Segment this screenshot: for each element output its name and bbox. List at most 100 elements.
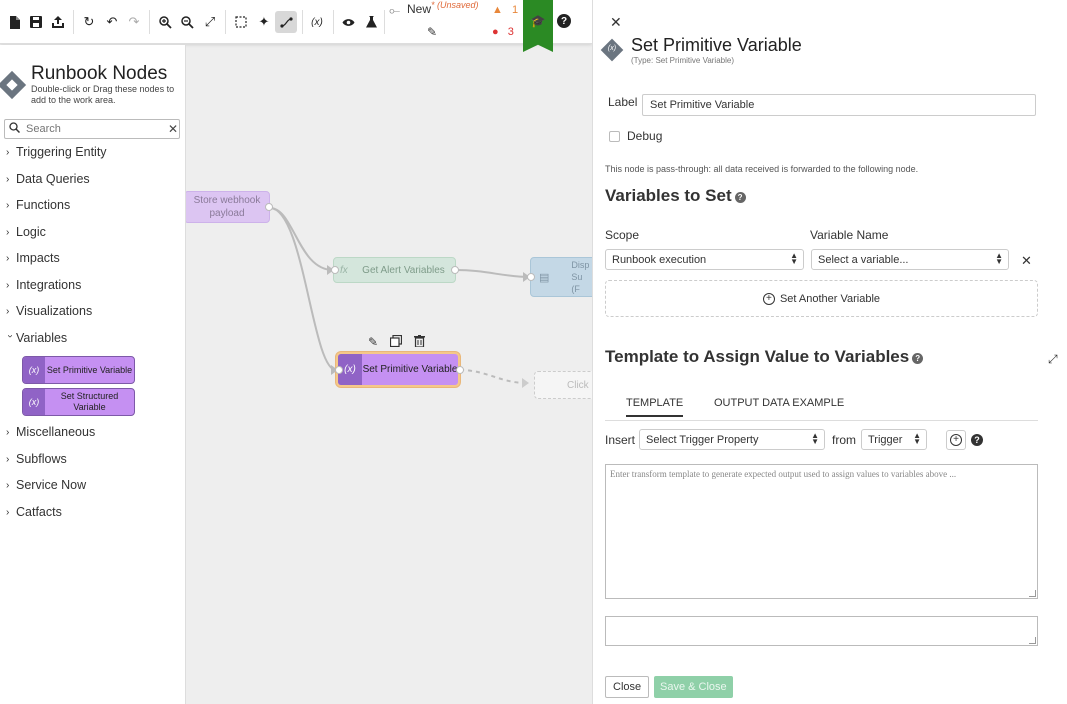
edit-name-pencil-icon[interactable]: ✎ — [427, 25, 437, 39]
fit-screen-icon[interactable]: ⤢ — [201, 13, 219, 31]
select-arrows-icon: ▲ ▼ — [790, 251, 798, 266]
expand-icon[interactable]: ⤢ — [1048, 352, 1058, 367]
close-button[interactable]: Close — [605, 676, 650, 698]
variables-to-set-heading: Variables to Set ? — [605, 186, 746, 206]
save-and-close-button[interactable]: Save & Close — [654, 676, 733, 698]
category-integrations[interactable]: › Integrations — [6, 278, 81, 292]
input-port[interactable] — [527, 273, 535, 281]
insert-property-select[interactable]: Select Trigger Property ▲ ▼ — [639, 429, 825, 450]
node-label: Set Structured Variable — [60, 391, 119, 412]
secondary-textarea[interactable] — [605, 616, 1038, 646]
output-port[interactable] — [456, 366, 464, 374]
template-textarea[interactable]: Enter transform template to generate exp… — [605, 464, 1038, 599]
connect-nodes-icon[interactable] — [275, 11, 297, 33]
node-label: Disp Su (F — [571, 260, 590, 294]
close-panel-icon[interactable]: ✕ — [610, 14, 622, 31]
duplicate-icon[interactable] — [389, 334, 403, 350]
heading-text: Template to Assign Value to Variables — [605, 347, 910, 366]
zoom-out-icon[interactable] — [178, 13, 196, 31]
node-set-primitive-variable[interactable]: (x) Set Primitive Variable — [22, 356, 135, 384]
tab-output-data-example[interactable]: OUTPUT DATA EXAMPLE — [714, 397, 844, 409]
category-miscellaneous[interactable]: › Miscellaneous — [6, 425, 95, 439]
category-service-now[interactable]: › Service Now — [6, 478, 86, 492]
remove-variable-icon[interactable]: ✕ — [1021, 253, 1032, 269]
category-impacts[interactable]: › Impacts — [6, 251, 60, 265]
zoom-in-icon[interactable] — [156, 13, 174, 31]
from-source-select[interactable]: Trigger ▲ ▼ — [861, 429, 927, 450]
preview-eye-icon[interactable] — [339, 13, 357, 31]
variable-name-select[interactable]: Select a variable... ▲ ▼ — [811, 249, 1009, 270]
select-area-icon[interactable] — [232, 13, 250, 31]
delete-trash-icon[interactable] — [414, 335, 426, 350]
resize-grip-icon[interactable] — [1029, 590, 1036, 597]
save-icon[interactable] — [27, 13, 45, 31]
warnings-indicator[interactable]: ▲ 1 — [492, 4, 518, 16]
heading-text: Variables to Set — [605, 186, 732, 205]
node-display-summary[interactable]: ▤ Disp Su (F — [530, 257, 592, 297]
node-action-toolbar: ✎ — [368, 334, 426, 350]
variable-name-column-header: Variable Name — [810, 228, 889, 242]
export-icon[interactable] — [49, 13, 67, 31]
test-flask-icon[interactable] — [362, 13, 380, 31]
node-get-alert-variables[interactable]: fx Get Alert Variables — [333, 257, 456, 283]
node-store-webhook-payload[interactable]: Store webhook payload — [186, 191, 270, 223]
auto-layout-icon[interactable]: ✦ — [255, 13, 273, 31]
clear-search-icon[interactable]: ✕ — [168, 122, 178, 136]
category-data-queries[interactable]: › Data Queries — [6, 172, 90, 186]
resize-grip-icon[interactable] — [1029, 637, 1036, 644]
output-port[interactable] — [265, 203, 273, 211]
from-label: from — [832, 433, 856, 447]
output-port[interactable] — [451, 266, 459, 274]
debug-checkbox[interactable] — [609, 131, 620, 142]
help-icon[interactable]: ? — [734, 192, 746, 203]
category-logic[interactable]: › Logic — [6, 225, 46, 239]
category-label: Catfacts — [16, 505, 62, 519]
help-icon[interactable]: ? — [912, 353, 924, 364]
category-catfacts[interactable]: › Catfacts — [6, 505, 62, 519]
edit-pencil-icon[interactable]: ✎ — [368, 335, 378, 350]
chevron-right-icon: › — [6, 453, 10, 465]
errors-indicator[interactable]: ● 3 — [492, 26, 514, 38]
category-label: Logic — [16, 225, 46, 239]
redo-icon[interactable]: ↷ — [125, 13, 143, 31]
category-label: Triggering Entity — [16, 145, 107, 159]
node-set-primitive-variable-selected[interactable]: (x) Set Primitive Variable — [336, 352, 460, 387]
tab-template[interactable]: TEMPLATE — [626, 397, 684, 417]
work-area-canvas[interactable]: Store webhook payload fx Get Alert Varia… — [186, 45, 592, 704]
label-input[interactable]: Set Primitive Variable — [642, 94, 1036, 116]
function-icon: fx — [340, 264, 348, 276]
flow-name[interactable]: New — [407, 2, 431, 16]
node-properties-panel: ✕ (x) Set Primitive Variable (Type: Set … — [592, 0, 1067, 704]
input-port[interactable] — [331, 266, 339, 274]
category-visualizations[interactable]: › Visualizations — [6, 304, 92, 318]
search-icon — [9, 122, 21, 136]
chevron-down-icon: › — [4, 334, 16, 338]
variables-icon[interactable]: (x) — [308, 13, 326, 31]
insert-property-button[interactable]: + — [946, 430, 966, 450]
scope-select[interactable]: Runbook execution ▲ ▼ — [605, 249, 804, 270]
set-another-variable-button[interactable]: + Set Another Variable — [605, 280, 1038, 317]
category-functions[interactable]: › Functions — [6, 198, 70, 212]
select-arrows-icon: ▲ ▼ — [913, 431, 921, 446]
category-label: Impacts — [16, 251, 60, 265]
node-set-structured-variable[interactable]: (x) Set Structured Variable — [22, 388, 135, 416]
search-input[interactable] — [26, 123, 168, 135]
category-variables[interactable]: › Variables — [4, 331, 68, 345]
input-port[interactable] — [335, 366, 343, 374]
select-arrows-icon: ▲ ▼ — [995, 251, 1003, 266]
chevron-right-icon: › — [6, 226, 10, 238]
node-click-placeholder[interactable]: Click — [534, 371, 592, 399]
select-value: Runbook execution — [612, 253, 707, 266]
new-file-icon[interactable] — [5, 13, 23, 31]
toolbar-divider — [333, 10, 334, 34]
refresh-icon[interactable]: ↻ — [80, 13, 98, 31]
undo-icon[interactable]: ↶ — [103, 13, 121, 31]
node-label: Click — [567, 379, 589, 391]
search-box[interactable]: ✕ — [4, 119, 180, 139]
scope-column-header: Scope — [605, 228, 640, 242]
category-triggering-entity[interactable]: › Triggering Entity — [6, 145, 107, 159]
select-arrows-icon: ▲ ▼ — [811, 431, 819, 446]
category-subflows[interactable]: › Subflows — [6, 452, 67, 466]
help-icon[interactable]: ? — [557, 14, 571, 28]
help-icon[interactable]: ? — [971, 434, 983, 446]
